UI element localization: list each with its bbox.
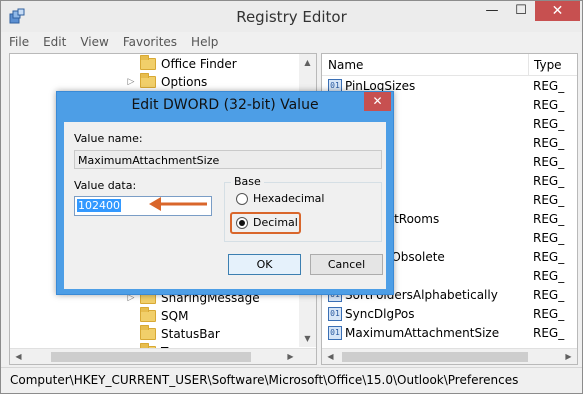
hexadecimal-label: Hexadecimal	[253, 192, 325, 205]
value-name: MaximumAttachmentSize	[345, 326, 500, 340]
scroll-right-icon[interactable]: ▶	[282, 349, 299, 364]
tree-item-label: SQM	[161, 308, 189, 323]
dialog-close-button[interactable]: ✕	[364, 92, 391, 111]
value-type: REG_	[533, 307, 565, 321]
scroll-right-icon[interactable]: ▶	[560, 349, 577, 364]
tree-item-label: Options	[161, 74, 208, 89]
reg-dword-icon: 01	[328, 307, 342, 321]
scroll-down-icon[interactable]: ▼	[299, 330, 316, 347]
base-label: Base	[231, 175, 264, 188]
value-name-field: MaximumAttachmentSize	[74, 150, 382, 169]
tree-item[interactable]: SQM	[126, 306, 189, 324]
edit-dword-dialog: Edit DWORD (32-bit) Value ✕ Value name: …	[56, 91, 394, 295]
list-row[interactable]: 01 MaximumAttachmentSize REG_	[322, 324, 577, 343]
title-bar[interactable]: Registry Editor — ☐ ✕	[1, 1, 582, 32]
value-type: REG_	[533, 98, 565, 112]
menu-view[interactable]: View	[80, 34, 108, 52]
value-name-label: Value name:	[74, 132, 143, 145]
scroll-thumb[interactable]	[51, 352, 251, 362]
column-header-type[interactable]: Type	[528, 54, 562, 76]
scroll-up-icon[interactable]: ▲	[299, 54, 316, 71]
value-type: REG_	[533, 79, 565, 93]
value-type: REG_	[533, 231, 565, 245]
tree-item[interactable]: Office Finder	[126, 54, 237, 72]
annotation-highlight-box	[230, 212, 301, 234]
value-type: REG_	[533, 212, 565, 226]
scroll-left-icon[interactable]: ◀	[10, 349, 27, 364]
reg-dword-icon: 01	[328, 326, 342, 340]
scroll-thumb[interactable]	[342, 352, 528, 362]
tree-item-label: StatusBar	[161, 326, 220, 341]
value-type: REG_	[533, 326, 565, 340]
list-row[interactable]: 01 SyncDlgPos REG_	[322, 305, 577, 324]
list-header: Name Type	[322, 54, 577, 76]
folder-icon	[140, 72, 156, 88]
value-data-label: Value data:	[74, 179, 137, 192]
annotation-arrow-icon	[149, 197, 207, 211]
value-name: SyncDlgPos	[345, 307, 415, 321]
folder-icon	[140, 54, 156, 70]
minimize-button[interactable]: —	[482, 1, 502, 21]
ok-button[interactable]: OK	[228, 254, 301, 275]
list-horizontal-scrollbar[interactable]: ◀ ▶	[322, 348, 577, 364]
dialog-title: Edit DWORD (32-bit) Value	[131, 97, 319, 113]
tree-horizontal-scrollbar[interactable]: ◀ ▶	[10, 348, 316, 364]
menu-favorites[interactable]: Favorites	[123, 34, 177, 52]
status-bar-path: Computer\HKEY_CURRENT_USER\Software\Micr…	[1, 367, 582, 393]
dialog-body: Value name: MaximumAttachmentSize Value …	[64, 122, 386, 289]
tree-item-label: Office Finder	[161, 56, 237, 71]
value-type: REG_	[533, 193, 565, 207]
menu-bar: File Edit View Favorites Help	[9, 34, 218, 52]
value-type: REG_	[533, 250, 565, 264]
hexadecimal-radio[interactable]: Hexadecimal	[236, 192, 324, 205]
cancel-button[interactable]: Cancel	[310, 254, 383, 275]
value-type: REG_	[533, 174, 565, 188]
maximize-button[interactable]: ☐	[511, 1, 531, 21]
menu-help[interactable]: Help	[191, 34, 218, 52]
value-type: REG_	[533, 269, 565, 283]
close-button[interactable]: ✕	[535, 1, 580, 21]
folder-icon	[140, 324, 156, 340]
menu-file[interactable]: File	[9, 34, 29, 52]
value-type: REG_	[533, 136, 565, 150]
value-type: REG_	[533, 155, 565, 169]
column-header-name[interactable]: Name	[328, 58, 363, 72]
radio-unchecked-icon	[236, 192, 248, 205]
value-type: REG_	[533, 288, 565, 302]
expand-arrow-icon[interactable]: ▷	[126, 77, 136, 87]
value-data-text: 102400	[77, 199, 121, 212]
tree-item[interactable]: StatusBar	[126, 324, 220, 342]
menu-edit[interactable]: Edit	[43, 34, 66, 52]
tree-item[interactable]: ▷ Options	[126, 72, 208, 90]
folder-icon	[140, 306, 156, 322]
scroll-left-icon[interactable]: ◀	[322, 349, 339, 364]
value-type: REG_	[533, 117, 565, 131]
